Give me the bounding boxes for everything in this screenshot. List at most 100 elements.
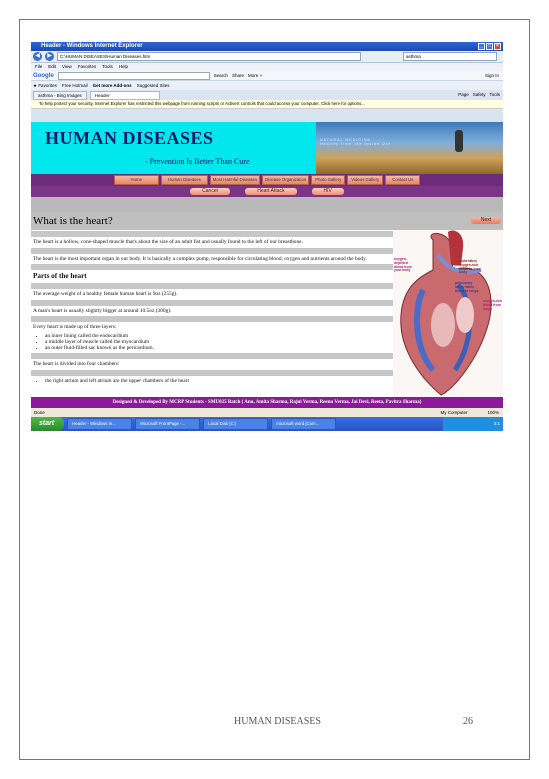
- back-icon[interactable]: ◀: [33, 52, 42, 61]
- chambers-list: the right atrium and left atrium are the…: [31, 377, 393, 385]
- footer-title: HUMAN DISEASES: [234, 716, 321, 727]
- security-zone: My Computer: [440, 410, 468, 415]
- site-title: HUMAN DISEASES: [45, 128, 214, 148]
- heart-label: pulmonary artery takes blood to lungs: [455, 281, 479, 293]
- menu-tools[interactable]: Tools: [102, 63, 113, 71]
- close-button[interactable]: ×: [494, 43, 501, 50]
- divider: [31, 353, 393, 360]
- fav-item-hotmail[interactable]: Free Hotmail: [62, 83, 88, 88]
- window-titlebar: Header - Windows Internet Explorer _ □ ×: [31, 42, 503, 51]
- article-paragraph: The average weight of a healthy female h…: [33, 291, 178, 297]
- divider: [31, 299, 393, 306]
- google-search-button[interactable]: Search: [214, 73, 228, 78]
- star-icon: ★: [33, 82, 38, 88]
- site-tagline: - Prevention Is Better Than Cure: [145, 157, 250, 166]
- address-bar: ◀ ▶ C:\HUMAN DISEASES\Human Diseases.htm…: [31, 51, 503, 63]
- tab-bing-images[interactable]: asthma - Bing Images: [33, 90, 87, 100]
- article-paragraph: The heart is divided into four chambers:: [33, 361, 120, 368]
- heart-label: oxygen-rich blood from lungs: [483, 299, 503, 311]
- nav-most-harmful[interactable]: Most Harmful Diseases: [209, 175, 261, 185]
- taskbar-item[interactable]: Local Disk (C:): [203, 418, 269, 430]
- article-paragraph: A man's heart is usually slightly bigger…: [33, 307, 172, 314]
- tab-bar: asthma - Bing Images Header Page Safety …: [31, 90, 503, 100]
- heart-illustration: [400, 230, 492, 396]
- article-paragraph: Every heart is made up of three layers:: [33, 324, 117, 330]
- menu-help[interactable]: Help: [119, 63, 128, 71]
- fav-item-suggested[interactable]: Suggested Sites: [137, 83, 170, 88]
- favorites-button[interactable]: ★ Favorites: [33, 83, 57, 89]
- heart-label: oxygen-depleted blood from your body: [394, 257, 412, 273]
- browser-screenshot: Header - Windows Internet Explorer _ □ ×…: [31, 42, 503, 431]
- status-bar: Done My Computer 100%: [31, 408, 503, 417]
- divider: [31, 316, 393, 322]
- nav-home[interactable]: Home: [113, 175, 160, 185]
- google-more-button[interactable]: More »: [248, 73, 262, 78]
- next-button[interactable]: Next: [471, 217, 501, 224]
- banner-photo: NATURAL MEDICINE Healthy from the Inside…: [316, 122, 503, 174]
- article-body: The heart is a hollow, cone-shaped muscl…: [31, 230, 393, 397]
- google-search-input[interactable]: [57, 71, 210, 80]
- heart-diagram: oxygen-depleted blood from your body aor…: [393, 230, 503, 397]
- maximize-button[interactable]: □: [486, 43, 493, 50]
- article-subheading: Parts of the heart: [33, 272, 87, 280]
- sign-in-link[interactable]: Sign In: [485, 73, 499, 78]
- page-menu[interactable]: Page: [458, 91, 469, 99]
- search-input[interactable]: asthma: [403, 52, 497, 61]
- list-item: an outer fluid-filled sac known as the p…: [45, 345, 393, 351]
- subnav-hiv[interactable]: HIV: [311, 188, 344, 195]
- site-footer-credit: Designed & Developed By MCRP Students - …: [31, 397, 503, 408]
- tools-menu[interactable]: Tools: [489, 91, 500, 99]
- photo-subtitle: Healthy from the Inside Out: [320, 142, 391, 146]
- divider: [31, 247, 393, 254]
- article-heading: What is the heart?: [33, 215, 113, 227]
- layers-list: an inner lining called the endocardium a…: [31, 332, 393, 353]
- forward-icon[interactable]: ▶: [45, 52, 54, 61]
- taskbar-item[interactable]: Microsoft FrontPage -...: [135, 418, 201, 430]
- subnav-cancer[interactable]: Cancer: [190, 188, 231, 195]
- taskbar-item[interactable]: Header - Windows In...: [67, 418, 133, 430]
- nav-photo-gallery[interactable]: Photo Gallery: [311, 175, 346, 185]
- tab-header[interactable]: Header: [89, 90, 160, 100]
- address-input[interactable]: C:\HUMAN DISEASES\Human Diseases.htm: [57, 52, 361, 61]
- windows-taskbar: start Header - Windows In... Microsoft F…: [31, 417, 503, 431]
- system-tray-clock[interactable]: 3:1: [443, 417, 503, 431]
- divider: [31, 264, 393, 270]
- heading-row: What is the heart? Next: [31, 212, 503, 230]
- nav-contact-us[interactable]: Contact Us: [385, 175, 421, 185]
- nav-human-diseases[interactable]: Human Diseases: [161, 175, 208, 185]
- article-paragraph: The heart is a hollow, cone-shaped muscl…: [33, 239, 303, 245]
- page-number: 26: [463, 716, 473, 727]
- disease-nav: Cancer Heart Attack HIV: [31, 186, 503, 197]
- security-infobar[interactable]: To help protect your security, Internet …: [31, 100, 503, 109]
- zoom-level[interactable]: 100%: [487, 408, 499, 417]
- person-figure: [455, 130, 463, 152]
- favorites-bar: ★ Favorites Free Hotmail Get more Add-on…: [31, 81, 503, 90]
- main-nav: Home Human Diseases Most Harmful Disease…: [31, 174, 503, 186]
- nav-disease-organization[interactable]: Disease Organization: [262, 175, 310, 185]
- heart-label: aorta takes oxygen-rich blood to your bo…: [459, 259, 481, 275]
- site-banner: HUMAN DISEASES - Prevention Is Better Th…: [31, 122, 503, 174]
- article-paragraph: The heart is the most important organ in…: [33, 255, 367, 262]
- taskbar-item[interactable]: microsoft word [Com...: [271, 418, 337, 430]
- subnav-heart-attack[interactable]: Heart Attack: [245, 188, 297, 195]
- list-item: the right atrium and left atrium are the…: [45, 378, 393, 384]
- spacer: [31, 197, 503, 212]
- menu-file[interactable]: File: [35, 63, 42, 71]
- divider: [31, 283, 393, 289]
- google-toolbar: Google Search Share More » Sign In: [31, 71, 503, 81]
- google-share-button[interactable]: Share: [232, 73, 244, 78]
- start-button[interactable]: start: [31, 417, 65, 431]
- divider: [31, 231, 393, 237]
- web-page: HUMAN DISEASES - Prevention Is Better Th…: [31, 122, 503, 408]
- menu-bar: File Edit View Favorites Tools Help: [31, 63, 503, 71]
- status-text: Done: [34, 410, 45, 415]
- safety-menu[interactable]: Safety: [473, 91, 486, 99]
- menu-favorites[interactable]: Favorites: [78, 63, 97, 71]
- menu-edit[interactable]: Edit: [48, 63, 56, 71]
- google-logo: Google: [33, 72, 54, 79]
- nav-videos-gallery[interactable]: Videos Gallery: [347, 175, 384, 185]
- minimize-button[interactable]: _: [478, 43, 485, 50]
- fav-item-addons[interactable]: Get more Add-ons: [93, 83, 132, 88]
- menu-view[interactable]: View: [62, 63, 72, 71]
- window-title: Header - Windows Internet Explorer: [41, 43, 143, 49]
